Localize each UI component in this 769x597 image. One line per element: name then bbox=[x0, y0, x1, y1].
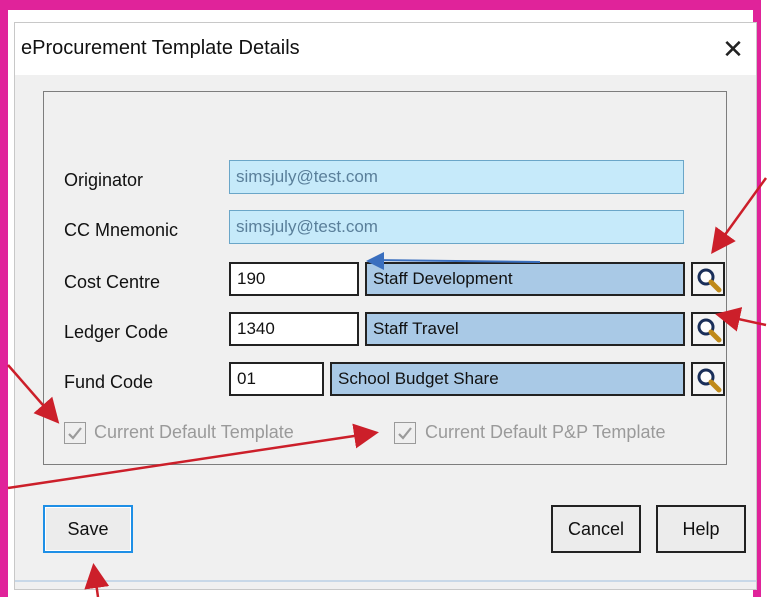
annotation-arrows bbox=[7, 177, 768, 597]
strike-line bbox=[372, 259, 541, 263]
arrow-to-pp-checkbox bbox=[7, 423, 379, 490]
arrow-to-cost-centre-lookup bbox=[711, 177, 768, 255]
arrow-to-ledger-lookup bbox=[715, 307, 767, 332]
blue-arrow-head bbox=[366, 252, 384, 270]
arrow-to-save-button bbox=[84, 563, 110, 597]
arrow-to-default-checkbox bbox=[7, 364, 60, 424]
